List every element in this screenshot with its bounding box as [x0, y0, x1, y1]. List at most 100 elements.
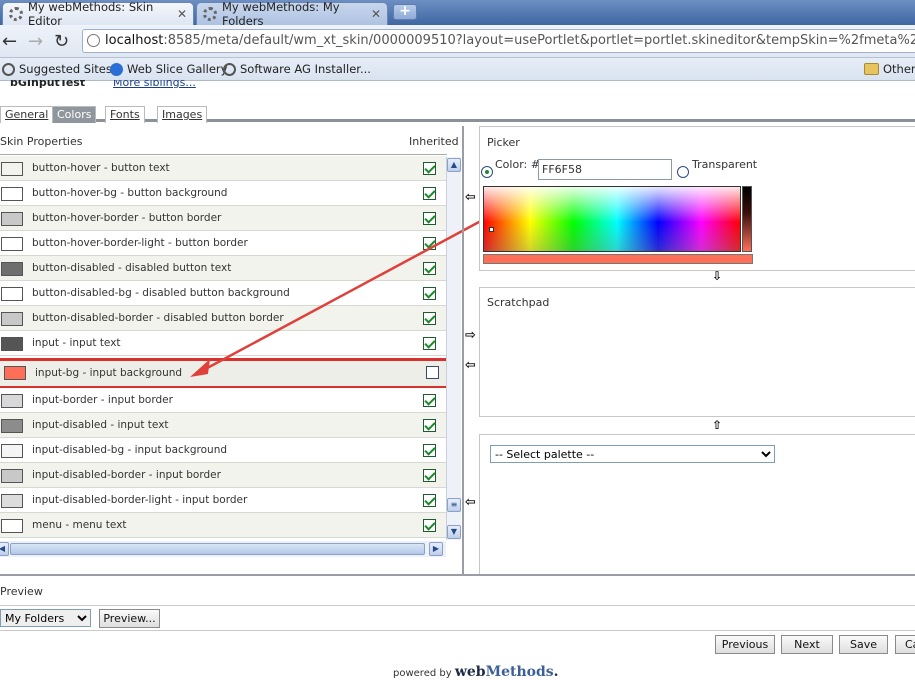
cancel-button[interactable]: Ca: [895, 635, 915, 654]
from-palette-up-arrow-icon[interactable]: ⇧: [712, 418, 722, 432]
color-swatch[interactable]: [1, 337, 23, 351]
webmethods-logo: webMethods.: [454, 664, 559, 680]
bookmark-web-slice-gallery[interactable]: Web Slice Gallery: [110, 62, 227, 76]
url-path: :8585/meta/default/wm_xt_skin/0000009510…: [163, 33, 915, 48]
inherited-checkbox[interactable]: [423, 444, 436, 457]
selected-color-preview: [483, 254, 753, 264]
color-swatch[interactable]: [1, 494, 23, 508]
browser-tab-label: My webMethods: Skin Editor: [28, 0, 154, 28]
color-swatch[interactable]: [1, 419, 23, 433]
inherited-checkbox[interactable]: [423, 519, 436, 532]
new-tab-button[interactable]: +: [393, 4, 417, 20]
close-icon[interactable]: ✕: [177, 7, 187, 21]
property-row[interactable]: input-disabled-bg - input background: [0, 438, 447, 463]
gear-icon: [203, 7, 217, 21]
apply-left-arrow-icon[interactable]: ⇦: [465, 190, 476, 205]
color-radio[interactable]: [481, 166, 493, 178]
url-host: localhost: [105, 33, 164, 48]
inherited-checkbox[interactable]: [423, 469, 436, 482]
browser-tab-skin-editor[interactable]: My webMethods: Skin Editor ✕: [2, 0, 194, 28]
divider: [0, 605, 915, 606]
from-scratchpad-arrow-icon[interactable]: ⇦: [465, 358, 476, 373]
scroll-left-icon[interactable]: ◀: [0, 542, 9, 556]
color-swatch[interactable]: [1, 469, 23, 483]
divider: [0, 630, 915, 631]
reload-icon[interactable]: ↻: [54, 31, 69, 52]
color-swatch[interactable]: [1, 519, 23, 533]
color-swatch[interactable]: [1, 287, 23, 301]
brightness-slider[interactable]: [742, 186, 752, 252]
property-label: button-hover-bg - button background: [32, 187, 228, 199]
to-scratchpad-arrow-icon[interactable]: ⇨: [465, 328, 476, 343]
bookmarks-bar: Suggested Sites Web Slice Gallery Softwa…: [0, 58, 915, 81]
color-swatch[interactable]: [1, 262, 23, 276]
preview-button[interactable]: Preview...: [99, 609, 160, 628]
to-scratchpad-down-arrow-icon[interactable]: ⇩: [712, 269, 722, 283]
properties-hscrollbar[interactable]: ◀ ▶: [0, 541, 446, 557]
color-swatch[interactable]: [1, 237, 23, 251]
tab-fonts[interactable]: Fonts: [105, 106, 145, 123]
powered-by-footer: powered by webMethods.: [393, 664, 559, 680]
color-swatch[interactable]: [4, 366, 26, 380]
hscroll-thumb[interactable]: [10, 543, 425, 555]
inherited-checkbox[interactable]: [423, 187, 436, 200]
inherited-checkbox[interactable]: [423, 162, 436, 175]
back-arrow-icon[interactable]: ←: [2, 31, 17, 52]
preview-heading: Preview: [0, 585, 43, 598]
annotation-arrow-line: [197, 213, 493, 375]
preview-folder-select[interactable]: My Folders: [0, 609, 91, 627]
color-swatch[interactable]: [1, 444, 23, 458]
scroll-down-icon[interactable]: ▼: [447, 525, 461, 539]
scroll-right-icon[interactable]: ▶: [429, 542, 443, 556]
folder-icon: [864, 63, 879, 75]
browser-tab-my-folders[interactable]: My webMethods: My Folders ✕: [196, 0, 388, 28]
address-bar[interactable]: localhost:8585/meta/default/wm_xt_skin/0…: [82, 29, 915, 53]
color-swatch[interactable]: [1, 212, 23, 226]
property-row[interactable]: menu - menu text: [0, 513, 447, 538]
powered-by-label: powered by: [393, 668, 452, 679]
bookmark-suggested-sites[interactable]: Suggested Sites: [2, 62, 112, 76]
next-button[interactable]: Next: [781, 635, 833, 654]
color-swatch[interactable]: [1, 187, 23, 201]
property-row[interactable]: input-disabled - input text: [0, 413, 447, 438]
more-siblings-link[interactable]: More siblings...: [113, 80, 196, 89]
globe-icon: [2, 62, 15, 76]
color-label: Color: #: [495, 158, 540, 171]
save-button[interactable]: Save: [839, 635, 888, 654]
forward-arrow-icon[interactable]: →: [28, 31, 43, 52]
color-hex-input[interactable]: [538, 159, 672, 180]
color-swatch[interactable]: [1, 312, 23, 326]
inherited-checkbox[interactable]: [423, 419, 436, 432]
property-label: input-disabled-border - input border: [32, 469, 221, 481]
tab-colors[interactable]: Colors: [52, 106, 97, 123]
property-row[interactable]: button-hover-bg - button background: [0, 181, 447, 206]
property-row[interactable]: button-hover - button text: [0, 156, 447, 181]
page-title: bGInputTest: [10, 80, 86, 89]
inherited-checkbox[interactable]: [423, 394, 436, 407]
tab-images[interactable]: Images: [157, 106, 208, 123]
property-row[interactable]: input-disabled-border - input border: [0, 463, 447, 488]
transparent-radio[interactable]: [677, 166, 689, 178]
page-icon: [87, 34, 100, 47]
close-icon[interactable]: ✕: [371, 7, 381, 21]
bookmark-software-ag-installer[interactable]: Software AG Installer...: [223, 62, 371, 76]
inherited-checkbox[interactable]: [423, 494, 436, 507]
color-spectrum[interactable]: [483, 186, 741, 252]
scroll-up-icon[interactable]: ▲: [447, 158, 461, 172]
from-palette-arrow-icon[interactable]: ⇦: [465, 495, 476, 510]
tab-general[interactable]: General: [0, 106, 54, 123]
annotation-arrow-head: [190, 359, 210, 377]
scroll-thumb[interactable]: ≡: [447, 498, 461, 512]
inherited-heading: Inherited: [409, 135, 459, 148]
palette-select[interactable]: -- Select palette --: [490, 445, 775, 463]
skin-properties-heading: Skin Properties: [0, 135, 83, 148]
color-swatch[interactable]: [1, 394, 23, 408]
previous-button[interactable]: Previous: [715, 635, 775, 654]
divider: [0, 574, 915, 576]
property-row[interactable]: input-disabled-border-light - input bord…: [0, 488, 447, 513]
bookmark-other[interactable]: Other: [864, 62, 915, 76]
property-row[interactable]: input-border - input border: [0, 388, 447, 413]
color-swatch[interactable]: [1, 162, 23, 176]
browser-tab-label: My webMethods: My Folders: [222, 0, 340, 28]
spectrum-cursor[interactable]: [489, 227, 494, 232]
